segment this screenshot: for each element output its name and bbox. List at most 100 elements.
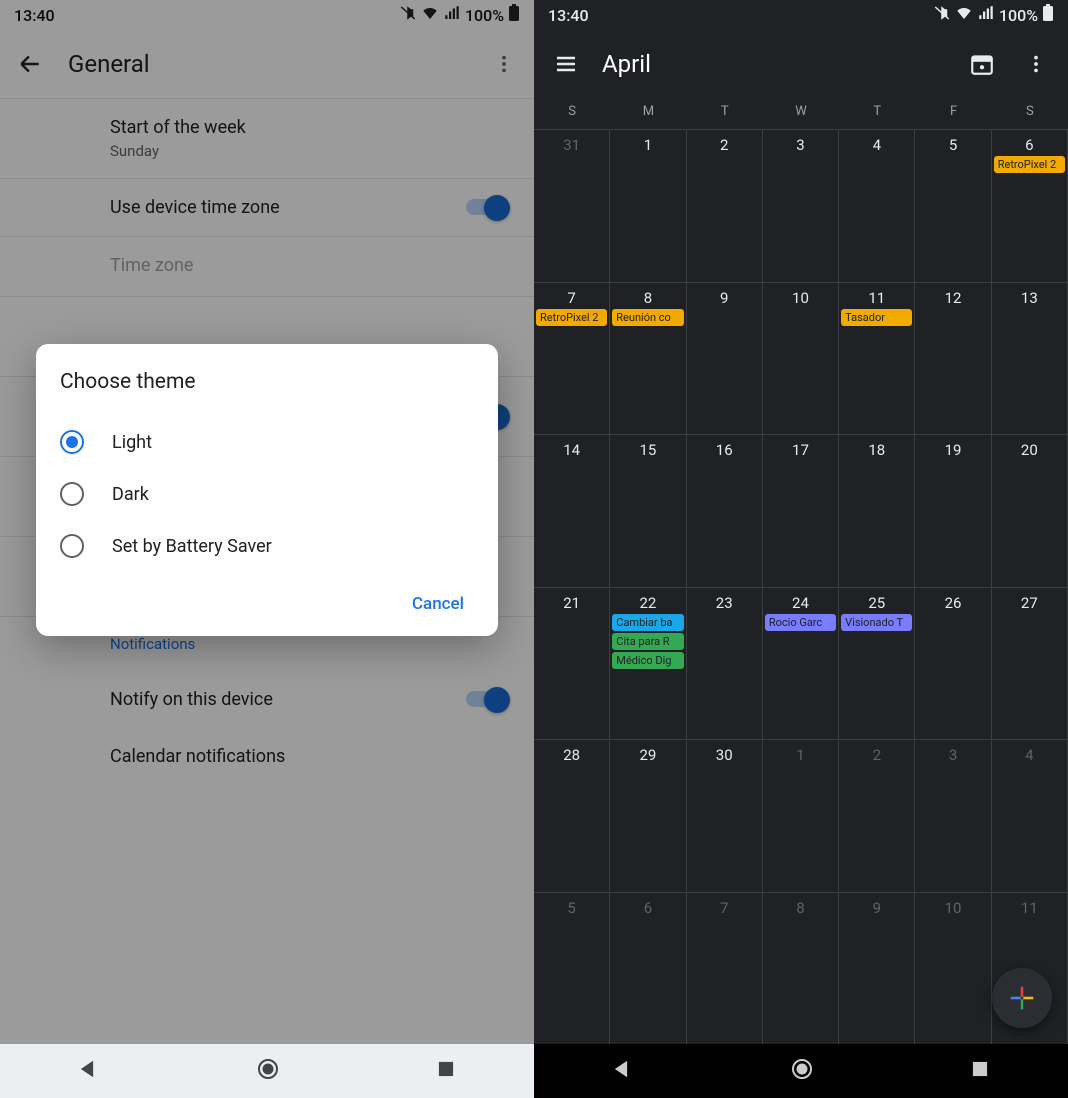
settings-screen: 13:40 100% General: [0, 0, 534, 1098]
calendar-cell[interactable]: 2: [839, 739, 915, 892]
event-chip[interactable]: Cambiar ba: [612, 614, 683, 631]
dialog-title: Choose theme: [60, 370, 474, 394]
weekday-label: F: [915, 104, 991, 119]
day-number: 6: [610, 899, 685, 917]
calendar-grid[interactable]: 31123456RetroPixel 27RetroPixel 28Reunió…: [534, 129, 1068, 1044]
event-chip[interactable]: Visionado T: [841, 614, 912, 631]
calendar-appbar: April: [534, 30, 1068, 98]
nav-home-icon[interactable]: [256, 1057, 280, 1085]
day-number: 4: [992, 746, 1067, 764]
calendar-cell[interactable]: 1: [610, 129, 686, 282]
day-number: 10: [763, 289, 838, 307]
calendar-cell[interactable]: 2: [687, 129, 763, 282]
calendar-cell[interactable]: 27: [992, 587, 1068, 740]
calendar-cell[interactable]: 1: [763, 739, 839, 892]
day-number: 14: [534, 441, 609, 459]
theme-option-battery-saver[interactable]: Set by Battery Saver: [60, 520, 474, 572]
nav-recent-icon[interactable]: [970, 1059, 990, 1083]
calendar-cell[interactable]: 18: [839, 434, 915, 587]
weekday-label: T: [687, 104, 763, 119]
event-chip[interactable]: Rocio Garc: [765, 614, 836, 631]
event-chip[interactable]: RetroPixel 2: [994, 156, 1065, 173]
calendar-cell[interactable]: 9: [687, 282, 763, 435]
calendar-cell[interactable]: 17: [763, 434, 839, 587]
theme-option-dark[interactable]: Dark: [60, 468, 474, 520]
calendar-cell[interactable]: 6: [610, 892, 686, 1045]
cancel-button[interactable]: Cancel: [402, 586, 474, 622]
create-event-fab[interactable]: [992, 968, 1052, 1028]
calendar-cell[interactable]: 4: [839, 129, 915, 282]
day-number: 8: [610, 289, 685, 307]
calendar-cell[interactable]: 31: [534, 129, 610, 282]
menu-button[interactable]: [548, 46, 584, 82]
calendar-cell[interactable]: 21: [534, 587, 610, 740]
day-number: 18: [839, 441, 914, 459]
calendar-cell[interactable]: 22Cambiar baCita para RMédico Dig: [610, 587, 686, 740]
radio-icon: [60, 430, 84, 454]
weekday-label: W: [763, 104, 839, 119]
day-number: 1: [610, 136, 685, 154]
day-number: 3: [915, 746, 990, 764]
event-chip[interactable]: Cita para R: [612, 633, 683, 650]
theme-option-light[interactable]: Light: [60, 416, 474, 468]
event-chip[interactable]: RetroPixel 2: [536, 309, 607, 326]
calendar-cell[interactable]: 11Tasador: [839, 282, 915, 435]
calendar-cell[interactable]: 14: [534, 434, 610, 587]
calendar-cell[interactable]: 20: [992, 434, 1068, 587]
day-number: 6: [992, 136, 1067, 154]
calendar-cell[interactable]: 29: [610, 739, 686, 892]
mute-icon: [933, 4, 951, 26]
day-number: 1: [763, 746, 838, 764]
calendar-cell[interactable]: 8 Reunión co: [610, 282, 686, 435]
weekday-header: S M T W T F S: [534, 98, 1068, 129]
nav-back-icon[interactable]: [78, 1058, 100, 1084]
calendar-cell[interactable]: 8: [763, 892, 839, 1045]
today-button[interactable]: [964, 46, 1000, 82]
calendar-cell[interactable]: 3: [763, 129, 839, 282]
day-number: 28: [534, 746, 609, 764]
day-number: 31: [534, 136, 609, 154]
day-number: 23: [687, 594, 762, 612]
calendar-cell[interactable]: 10: [915, 892, 991, 1045]
calendar-cell[interactable]: 13: [992, 282, 1068, 435]
calendar-cell[interactable]: 28: [534, 739, 610, 892]
nav-back-icon[interactable]: [612, 1058, 634, 1084]
calendar-cell[interactable]: 4: [992, 739, 1068, 892]
calendar-cell[interactable]: 12: [915, 282, 991, 435]
weekday-label: M: [610, 104, 686, 119]
calendar-cell[interactable]: 5: [915, 129, 991, 282]
day-number: 3: [763, 136, 838, 154]
calendar-cell[interactable]: 19: [915, 434, 991, 587]
nav-home-icon[interactable]: [790, 1057, 814, 1085]
weekday-label: S: [992, 104, 1068, 119]
calendar-cell[interactable]: 6 RetroPixel 2: [992, 129, 1068, 282]
calendar-cell[interactable]: 9: [839, 892, 915, 1045]
day-number: 10: [915, 899, 990, 917]
day-number: 16: [687, 441, 762, 459]
month-label[interactable]: April: [602, 50, 946, 78]
calendar-cell[interactable]: 26: [915, 587, 991, 740]
calendar-cell[interactable]: 5: [534, 892, 610, 1045]
event-chip[interactable]: Médico Dig: [612, 652, 683, 669]
signal-icon: [977, 4, 995, 26]
day-number: 7: [687, 899, 762, 917]
calendar-cell[interactable]: 23: [687, 587, 763, 740]
event-chip[interactable]: Reunión co: [612, 309, 683, 326]
calendar-cell[interactable]: 7: [687, 892, 763, 1045]
option-label: Dark: [112, 484, 149, 505]
day-number: 9: [839, 899, 914, 917]
calendar-cell[interactable]: 30: [687, 739, 763, 892]
calendar-cell[interactable]: 7RetroPixel 2: [534, 282, 610, 435]
calendar-cell[interactable]: 16: [687, 434, 763, 587]
nav-recent-icon[interactable]: [436, 1059, 456, 1083]
event-chip[interactable]: Tasador: [841, 309, 912, 326]
status-bar: 13:40 100%: [534, 0, 1068, 30]
overflow-button[interactable]: [1018, 46, 1054, 82]
calendar-cell[interactable]: 10: [763, 282, 839, 435]
calendar-cell[interactable]: 25Visionado T: [839, 587, 915, 740]
calendar-cell[interactable]: 24 Rocio Garc: [763, 587, 839, 740]
day-number: 11: [992, 899, 1067, 917]
calendar-cell[interactable]: 15: [610, 434, 686, 587]
calendar-cell[interactable]: 3: [915, 739, 991, 892]
day-number: 24: [763, 594, 838, 612]
